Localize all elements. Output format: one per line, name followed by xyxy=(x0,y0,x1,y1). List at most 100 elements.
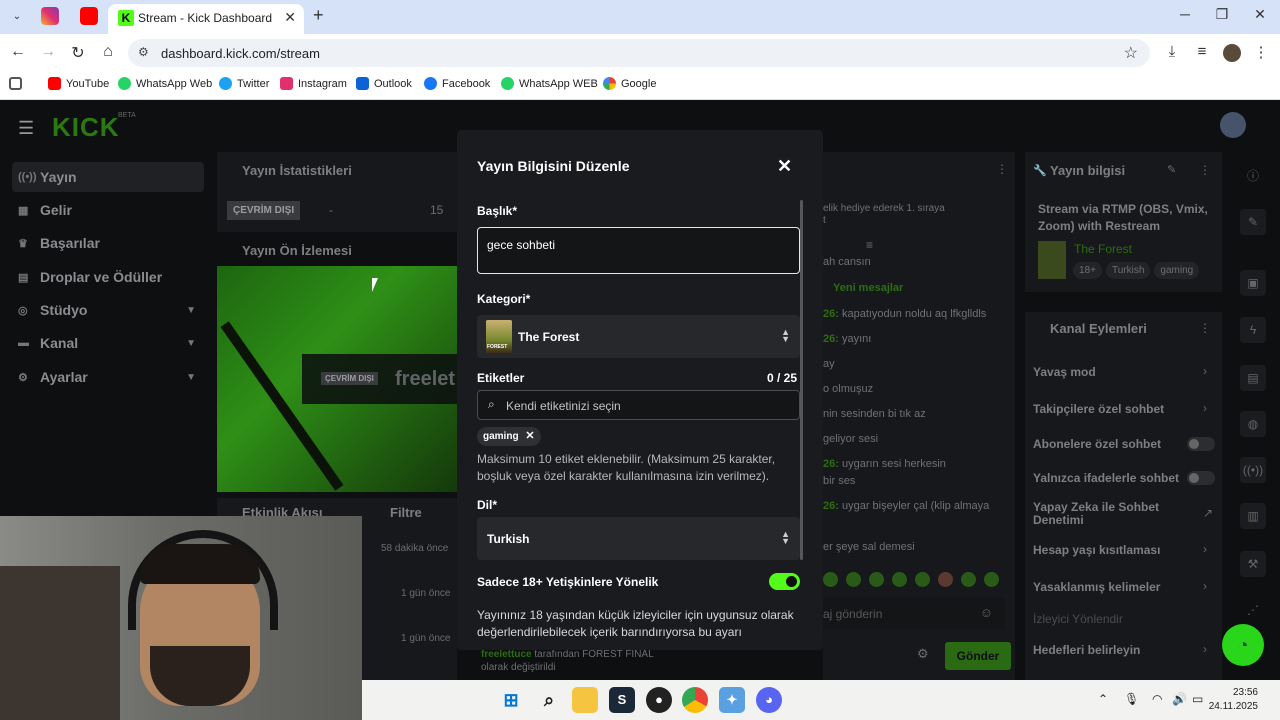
chat-input[interactable]: aj gönderin ☺ xyxy=(823,598,1005,630)
search-icon[interactable]: ⌕ xyxy=(536,687,562,713)
obs-icon[interactable]: ● xyxy=(646,687,672,713)
emotes-only-toggle[interactable] xyxy=(1187,471,1215,485)
bookmark-outlook[interactable]: Outlook xyxy=(356,77,412,90)
back-icon[interactable]: ← xyxy=(8,43,28,61)
instagram-tab-icon[interactable] xyxy=(41,7,59,25)
user-avatar[interactable] xyxy=(1220,112,1246,138)
chat-bubble-icon[interactable]: ◍ xyxy=(1240,411,1266,437)
volume-icon[interactable]: 🔊 xyxy=(1172,692,1187,706)
restore-icon[interactable]: ❐ xyxy=(1207,6,1237,23)
wifi-icon[interactable]: ◠ xyxy=(1152,692,1162,706)
tags-input[interactable]: ⌕ Kendi etiketinizi seçin xyxy=(477,390,800,420)
stream-preview[interactable]: ÇEVRİM DIŞI freelet xyxy=(217,266,457,492)
taskbar-clock[interactable]: 23:56 24.11.2025 xyxy=(1206,686,1258,714)
modal-scrollbar[interactable] xyxy=(800,200,803,560)
sidebar-item-ayarlar[interactable]: ⚙ Ayarlar ▼ xyxy=(12,362,204,392)
share-icon[interactable]: ⋰ xyxy=(1240,597,1266,623)
discord-icon[interactable]: ◕ xyxy=(756,687,782,713)
apps-grid-icon[interactable] xyxy=(9,77,22,90)
download-icon[interactable]: ⤓ xyxy=(1162,43,1182,60)
action-followers-only[interactable]: Takipçilere özel sohbet xyxy=(1033,402,1164,416)
microphone-icon[interactable]: 🎙 xyxy=(1124,692,1139,706)
media-control-icon[interactable]: ≡ xyxy=(1192,43,1212,60)
action-set-goals[interactable]: Hedefleri belirleyin xyxy=(1033,643,1140,657)
action-account-age[interactable]: Hesap yaşı kısıtlaması xyxy=(1033,543,1160,557)
hamburger-menu-icon[interactable]: ☰ xyxy=(18,118,34,139)
sidebar-item-droplar[interactable]: ▤ Droplar ve Ödüller xyxy=(12,262,204,292)
stream-info-menu-icon[interactable]: ⋮ xyxy=(1199,163,1211,177)
emote-icon[interactable] xyxy=(892,572,907,587)
action-slow-mode[interactable]: Yavaş mod xyxy=(1033,365,1096,379)
action-ai-moderation[interactable]: Yapay Zeka ile Sohbet Denetimi xyxy=(1033,501,1183,527)
sidebar-item-yayin[interactable]: ((•)) Yayın xyxy=(12,162,204,192)
bookmark-instagram[interactable]: Instagram xyxy=(280,77,347,90)
support-chat-button[interactable]: ◔ xyxy=(1222,624,1264,666)
broadcast-icon[interactable]: ((•)) xyxy=(1240,457,1266,483)
language-select[interactable]: Turkish ▲ ▼ xyxy=(477,517,800,560)
layout-icon[interactable]: ▥ xyxy=(1240,503,1266,529)
action-host-viewers[interactable]: İzleyici Yönlendir xyxy=(1033,612,1123,626)
emote-icon[interactable] xyxy=(938,572,953,587)
camera-icon[interactable]: ▣ xyxy=(1240,270,1266,296)
tray-expand-icon[interactable]: ⌃ xyxy=(1098,692,1108,706)
modal-close-icon[interactable]: ✕ xyxy=(777,156,792,177)
pencil-icon[interactable]: ✎ xyxy=(1240,209,1266,235)
emoji-icon[interactable]: ☺ xyxy=(980,605,993,620)
file-explorer-icon[interactable] xyxy=(572,687,598,713)
emote-icon[interactable] xyxy=(823,572,838,587)
new-tab-button[interactable]: + xyxy=(313,5,324,26)
chat-menu-icon[interactable]: ⋮ xyxy=(996,162,1008,176)
tools-icon[interactable]: ⚒ xyxy=(1240,551,1266,577)
edit-pencil-icon[interactable]: ✎ xyxy=(1167,163,1176,176)
chrome-icon[interactable] xyxy=(682,687,708,713)
bookmark-whatsapp-web[interactable]: WhatsApp Web xyxy=(118,77,212,90)
home-icon[interactable]: ⌂ xyxy=(98,43,118,61)
sidebar-item-gelir[interactable]: ▦ Gelir xyxy=(12,195,204,225)
sidebar-item-studyo[interactable]: ◎ Stüdyo ▼ xyxy=(12,295,204,325)
emote-icon[interactable] xyxy=(984,572,999,587)
reload-icon[interactable]: ↻ xyxy=(68,43,88,63)
category-select[interactable]: FOREST The Forest ▲ ▼ xyxy=(477,315,800,358)
bolt-icon[interactable]: ϟ xyxy=(1240,317,1266,343)
action-banned-words[interactable]: Yasaklanmış kelimeler xyxy=(1033,580,1160,594)
forward-icon[interactable]: → xyxy=(38,43,58,61)
app-icon[interactable]: ✦ xyxy=(719,687,745,713)
subscribers-only-toggle[interactable] xyxy=(1187,437,1215,451)
emote-icon[interactable] xyxy=(961,572,976,587)
battery-icon[interactable]: ▭ xyxy=(1192,692,1203,706)
remove-tag-icon[interactable]: ✕ xyxy=(525,430,534,442)
sidebar-item-kanal[interactable]: ▬ Kanal ▼ xyxy=(12,328,204,358)
address-bar[interactable]: ⚙ dashboard.kick.com/stream ☆ xyxy=(128,39,1150,67)
menu-icon[interactable]: ⋮ xyxy=(1251,43,1271,61)
info-icon[interactable]: ⓘ xyxy=(1240,163,1266,189)
bookmark-twitter[interactable]: Twitter xyxy=(219,77,269,90)
bookmark-star-icon[interactable]: ☆ xyxy=(1124,43,1138,63)
minimize-icon[interactable]: ─ xyxy=(1170,6,1200,22)
activity-filter-button[interactable]: Filtre xyxy=(390,505,422,520)
start-icon[interactable]: ⊞ xyxy=(498,687,524,713)
bookmark-google[interactable]: Google xyxy=(603,77,656,90)
tab-search-dropdown-icon[interactable]: ⌄ xyxy=(8,8,26,26)
channel-actions-menu-icon[interactable]: ⋮ xyxy=(1199,321,1211,335)
bookmark-whatsapp-web-2[interactable]: WhatsApp WEB xyxy=(501,77,598,90)
close-tab-icon[interactable]: ✕ xyxy=(284,9,296,26)
window-close-icon[interactable]: ✕ xyxy=(1245,6,1275,23)
youtube-tab-icon[interactable] xyxy=(80,7,98,25)
kick-logo[interactable]: KICK xyxy=(52,112,120,143)
bookmark-facebook[interactable]: Facebook xyxy=(424,77,490,90)
bookmark-youtube[interactable]: YouTube xyxy=(48,77,109,90)
chat-settings-icon[interactable]: ⚙ xyxy=(917,646,929,662)
notes-icon[interactable]: ▤ xyxy=(1240,365,1266,391)
emote-icon[interactable] xyxy=(846,572,861,587)
steam-icon[interactable]: S xyxy=(609,687,635,713)
stream-category-link[interactable]: The Forest xyxy=(1074,242,1132,256)
sidebar-item-basarilar[interactable]: ♛ Başarılar xyxy=(12,228,204,258)
emote-icon[interactable] xyxy=(869,572,884,587)
title-input[interactable]: gece sohbeti xyxy=(477,227,800,274)
chat-filter-icon[interactable]: ≡ xyxy=(866,238,873,252)
site-info-icon[interactable]: ⚙ xyxy=(138,45,149,59)
send-button[interactable]: Gönder xyxy=(945,642,1011,670)
profile-avatar[interactable] xyxy=(1223,44,1241,62)
emote-icon[interactable] xyxy=(915,572,930,587)
tab-kick-dashboard[interactable]: K Stream - Kick Dashboard ✕ xyxy=(108,4,304,34)
